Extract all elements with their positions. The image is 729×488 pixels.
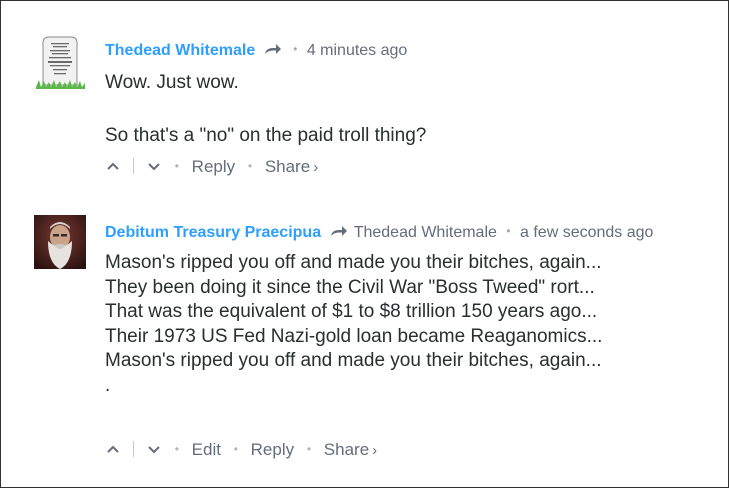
share-link[interactable]: Share › <box>265 157 318 176</box>
action-separator: • <box>174 159 179 173</box>
vote-divider <box>133 441 134 457</box>
comment-line: Their 1973 US Fed Nazi-gold loan became … <box>105 325 603 347</box>
chevron-right-icon: › <box>313 159 319 176</box>
comment-line: They been doing it since the Civil War "… <box>105 276 595 298</box>
author-name[interactable]: Thedead Whitemale <box>105 42 255 59</box>
meta-separator: • <box>293 42 298 56</box>
meta-separator: • <box>506 224 511 238</box>
upvote-icon[interactable] <box>105 159 121 173</box>
upvote-icon[interactable] <box>105 442 121 456</box>
timestamp[interactable]: 4 minutes ago <box>307 42 408 59</box>
downvote-icon[interactable] <box>146 442 162 456</box>
comment-line: Mason's ripped you off and made you thei… <box>105 350 602 371</box>
comment-actions: • Reply • Share › <box>105 157 318 177</box>
comment-header: Debitum Treasury Praecipua Thedead White… <box>105 221 653 243</box>
chevron-right-icon: › <box>372 442 378 459</box>
comment-actions: • Edit • Reply • Share › <box>105 440 377 460</box>
edit-link[interactable]: Edit <box>192 440 221 459</box>
share-link[interactable]: Share › <box>324 440 377 459</box>
vote-divider <box>133 158 134 174</box>
comments-panel: Thedead Whitemale • 4 minutes ago Wow. J… <box>0 0 729 488</box>
comment-body: Wow. Just wow. So that's a "no" on the p… <box>105 71 426 148</box>
share-label: Share <box>264 157 311 176</box>
reply-arrow-icon <box>330 226 347 236</box>
avatar[interactable] <box>34 215 86 269</box>
comment-line: Mason's ripped you off and made you thei… <box>105 252 602 273</box>
comment-line: . <box>105 374 111 396</box>
share-label: Share <box>323 440 370 459</box>
reply-link[interactable]: Reply <box>192 157 235 176</box>
comment-body: Mason's ripped you off and made you thei… <box>105 251 602 398</box>
comment-line: That was the equivalent of $1 to $8 tril… <box>105 301 598 322</box>
comment-header: Thedead Whitemale • 4 minutes ago <box>105 39 407 61</box>
reply-link[interactable]: Reply <box>251 440 294 459</box>
comment-paragraph: Wow. Just wow. <box>105 72 239 93</box>
action-separator: • <box>306 442 312 456</box>
reply-arrow-icon <box>264 44 281 54</box>
timestamp[interactable]: a few seconds ago <box>520 224 653 241</box>
reply-to-name[interactable]: Thedead Whitemale <box>354 224 497 241</box>
comment-paragraph: So that's a "no" on the paid troll thing… <box>105 124 427 146</box>
action-separator: • <box>233 442 238 456</box>
downvote-icon[interactable] <box>146 159 162 173</box>
tombstone-icon[interactable] <box>34 35 86 89</box>
action-separator: • <box>247 159 253 173</box>
action-separator: • <box>174 442 179 456</box>
author-name[interactable]: Debitum Treasury Praecipua <box>105 224 321 241</box>
